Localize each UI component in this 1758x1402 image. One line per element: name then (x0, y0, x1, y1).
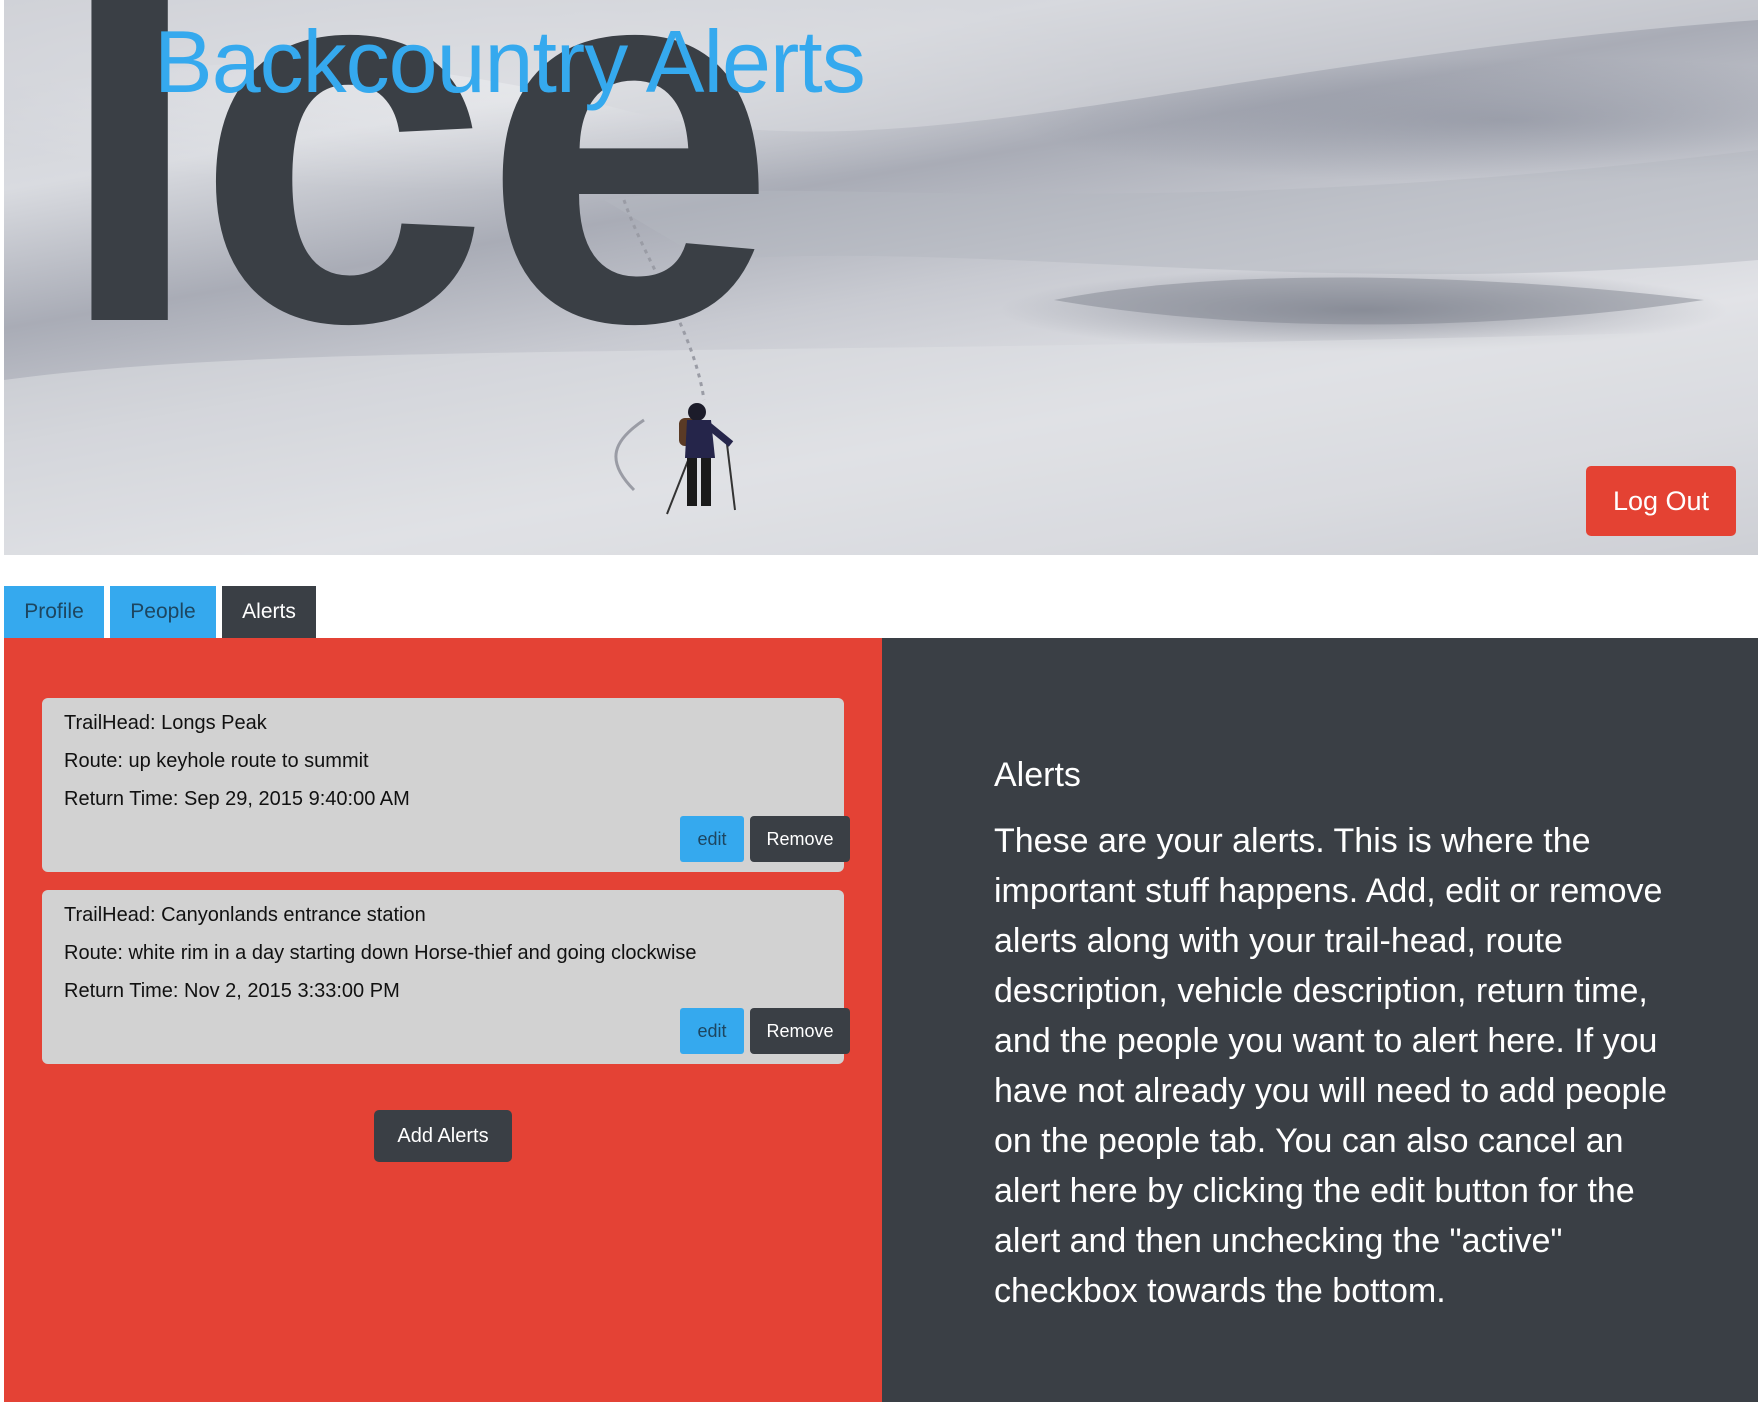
log-out-button[interactable]: Log Out (1586, 466, 1736, 536)
alert-trailhead: TrailHead: Canyonlands entrance station (64, 904, 426, 926)
alert-route: Route: up keyhole route to summit (64, 750, 369, 772)
alert-return-time: Return Time: Nov 2, 2015 3:33:00 PM (64, 980, 400, 1002)
remove-alert-button[interactable]: Remove (750, 816, 850, 862)
tab-bar: Profile People Alerts (4, 586, 322, 638)
tab-alerts[interactable]: Alerts (222, 586, 316, 638)
edit-alert-button[interactable]: edit (680, 1008, 744, 1054)
tab-profile[interactable]: Profile (4, 586, 104, 638)
hero-banner: Ice Backcountry Alerts Log Out (4, 0, 1758, 555)
skier-figure (666, 403, 736, 515)
site-title: Backcountry Alerts (154, 12, 866, 111)
remove-alert-button[interactable]: Remove (750, 1008, 850, 1054)
alert-card: TrailHead: Canyonlands entrance station … (42, 890, 850, 1064)
tab-people[interactable]: People (110, 586, 216, 638)
alert-return-time: Return Time: Sep 29, 2015 9:40:00 AM (64, 788, 410, 810)
alerts-list-panel: TrailHead: Longs Peak Route: up keyhole … (4, 638, 882, 1402)
alert-route: Route: white rim in a day starting down … (64, 942, 697, 964)
alert-card: TrailHead: Longs Peak Route: up keyhole … (42, 698, 850, 872)
alert-trailhead: TrailHead: Longs Peak (64, 712, 267, 734)
info-heading: Alerts (994, 756, 1081, 794)
alerts-info-panel: Alerts These are your alerts. This is wh… (882, 638, 1758, 1402)
edit-alert-button[interactable]: edit (680, 816, 744, 862)
info-description: These are your alerts. This is where the… (994, 822, 1667, 1310)
add-alerts-button[interactable]: Add Alerts (374, 1110, 512, 1162)
